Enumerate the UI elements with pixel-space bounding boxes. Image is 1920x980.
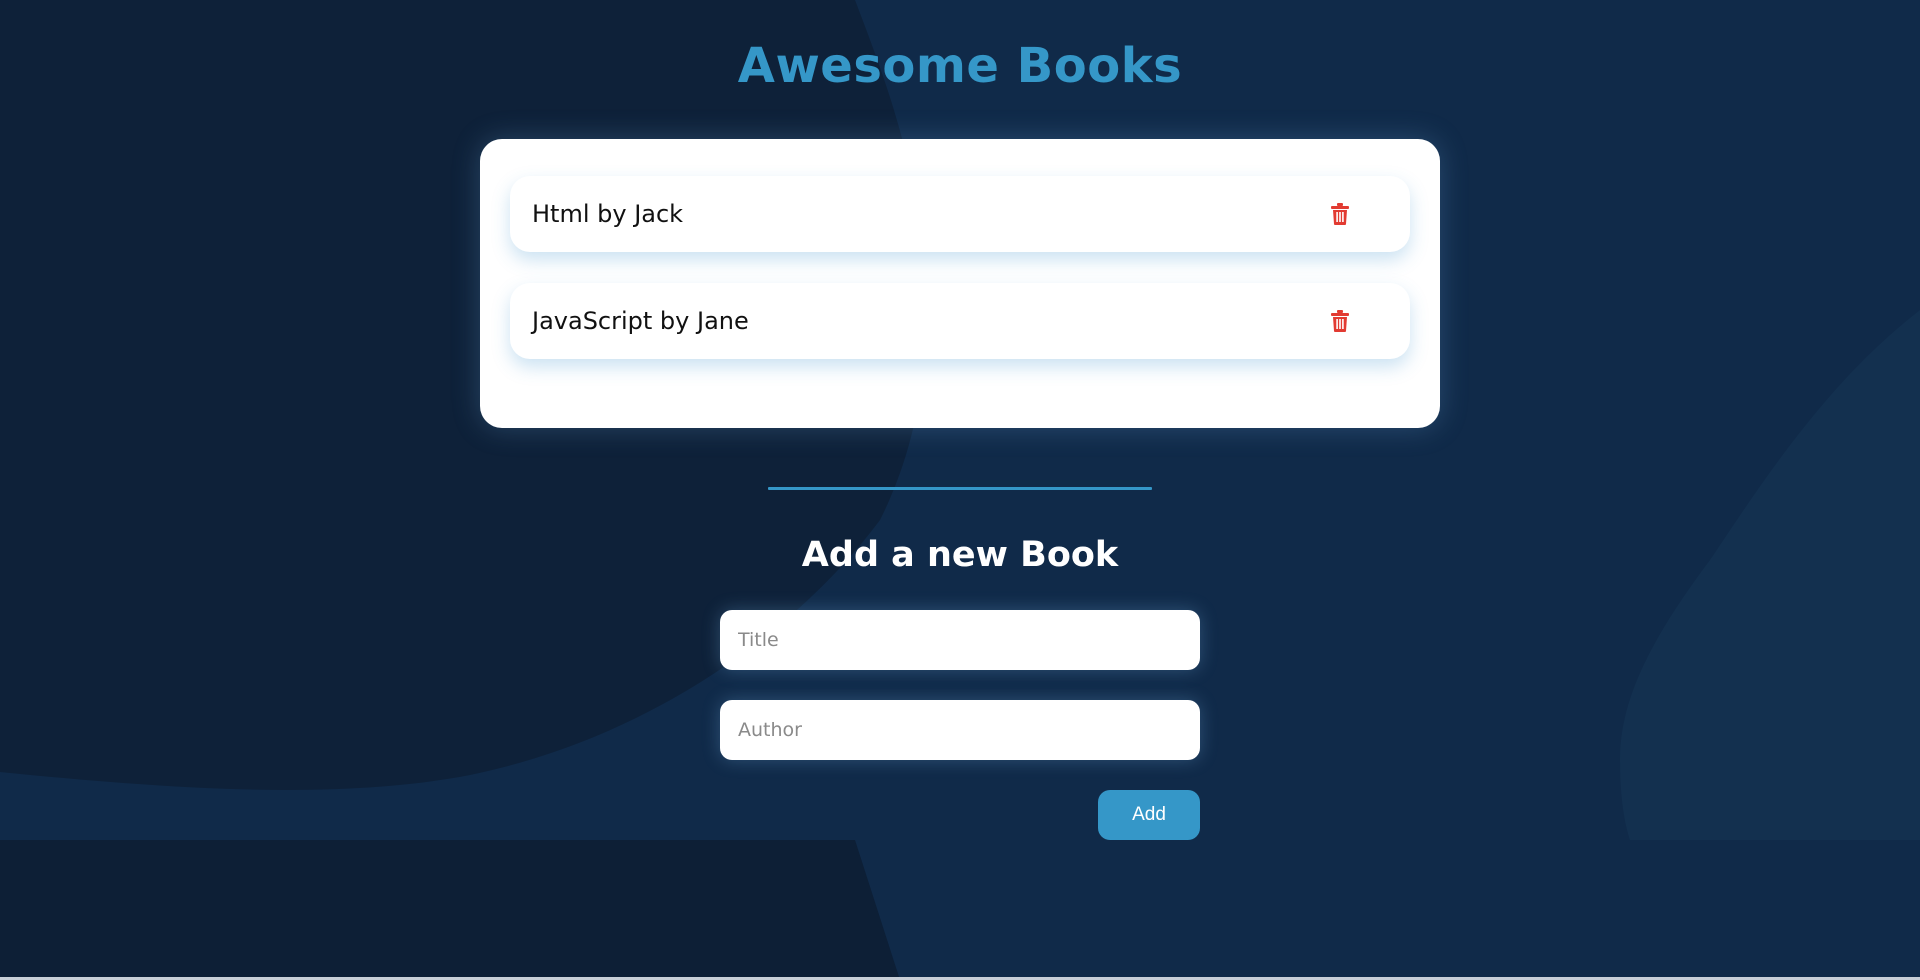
book-item: JavaScript by Jane (510, 283, 1410, 359)
add-button[interactable]: Add (1098, 790, 1200, 840)
app-root: Awesome Books Html by Jack JavaScript by… (0, 0, 1920, 980)
book-list: Html by Jack JavaScript by Jane (480, 139, 1440, 428)
page-title: Awesome Books (737, 38, 1183, 94)
trash-icon (1331, 203, 1349, 225)
section-divider (768, 487, 1152, 490)
delete-book-button[interactable] (1322, 303, 1358, 339)
author-input[interactable] (720, 700, 1200, 760)
title-input[interactable] (720, 610, 1200, 670)
delete-book-button[interactable] (1322, 196, 1358, 232)
book-item: Html by Jack (510, 176, 1410, 252)
book-item-text: JavaScript by Jane (532, 307, 749, 335)
form-title: Add a new Book (801, 535, 1119, 575)
book-item-text: Html by Jack (532, 200, 684, 228)
trash-icon (1331, 310, 1349, 332)
